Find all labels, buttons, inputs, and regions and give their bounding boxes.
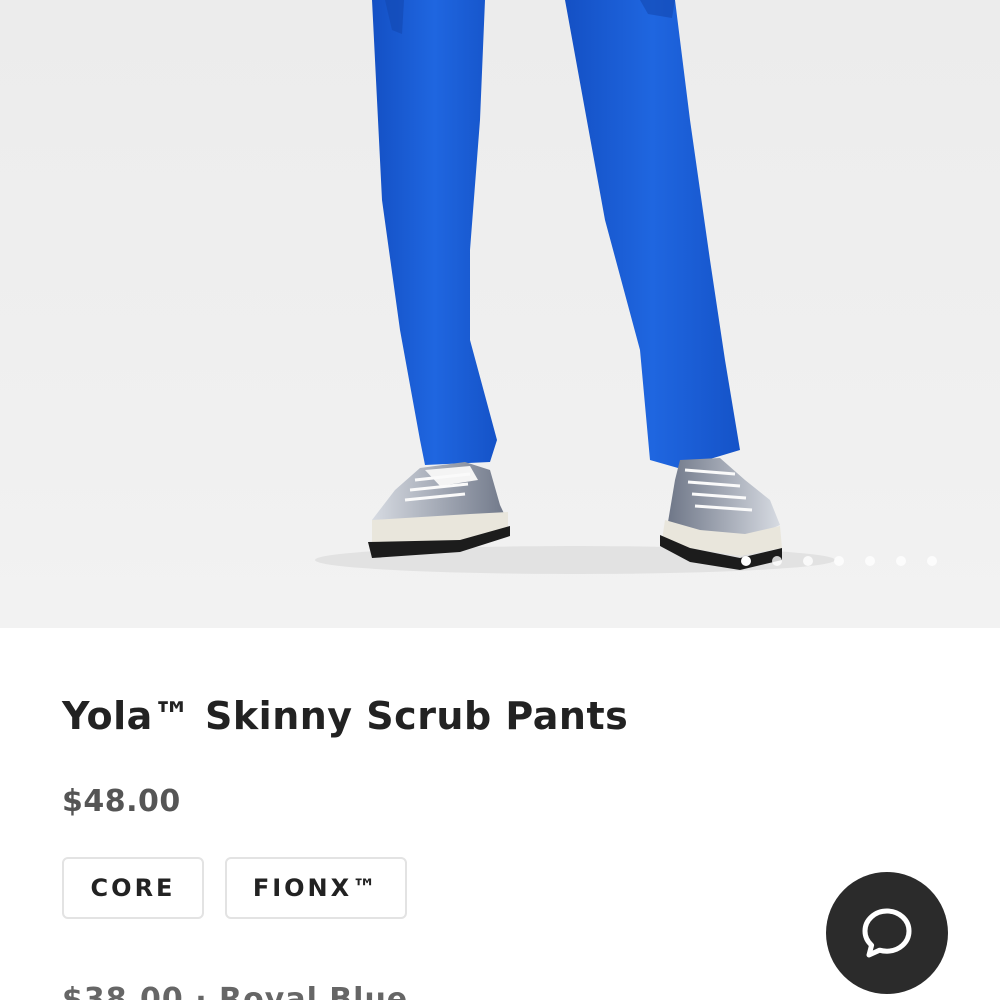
product-price: $48.00 [62,784,181,819]
product-page: Yola™ Skinny Scrub Pants $48.00 CORE FIO… [0,0,1000,1000]
tag-core[interactable]: CORE [62,857,204,919]
tag-fionx[interactable]: FIONX™ [225,857,407,919]
carousel-dot[interactable] [803,556,813,566]
variant-price-line: $38.00 · Royal Blue [62,982,409,1000]
product-title: Yola™ Skinny Scrub Pants [62,694,629,738]
carousel-dots [741,556,937,566]
chat-bubble-icon [862,908,912,958]
carousel-dot[interactable] [834,556,844,566]
carousel-dot[interactable] [741,556,751,566]
chat-button[interactable] [826,872,948,994]
carousel-dot[interactable] [896,556,906,566]
product-photo-illustration [315,0,835,574]
right-pant-leg [565,0,740,470]
left-pant-leg [372,0,497,465]
carousel-dot[interactable] [865,556,875,566]
carousel-dot[interactable] [927,556,937,566]
product-image[interactable] [0,0,1000,628]
product-tags: CORE FIONX™ [62,857,407,919]
left-shoe [368,462,510,558]
carousel-dot[interactable] [772,556,782,566]
